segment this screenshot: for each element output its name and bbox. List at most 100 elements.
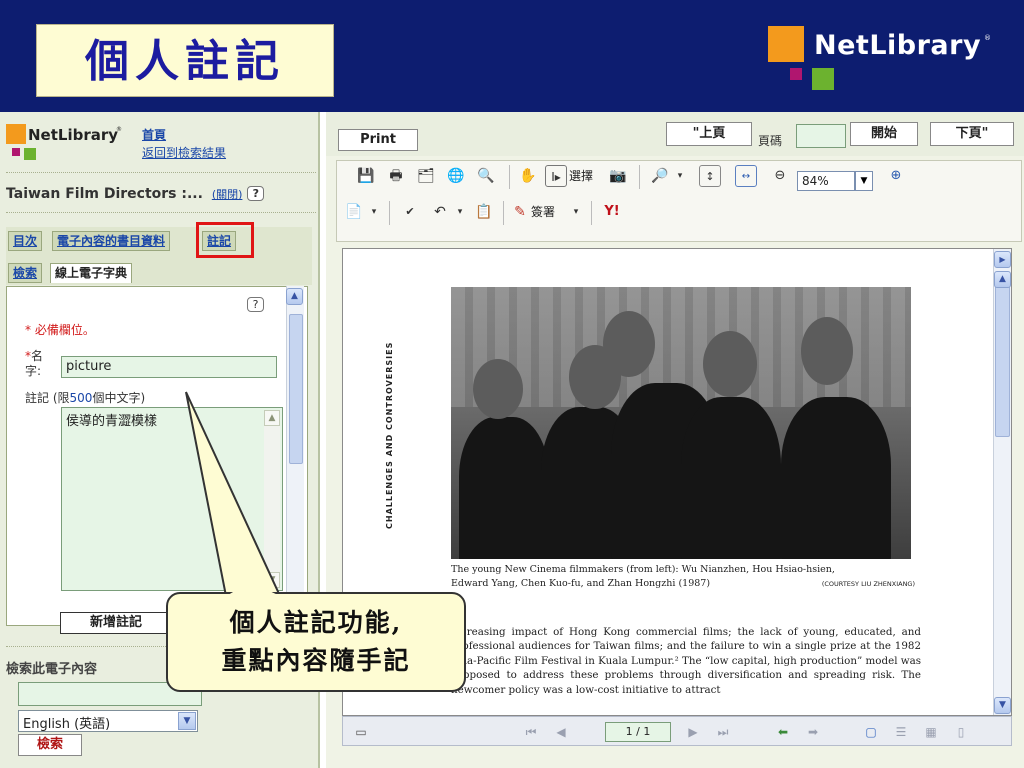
continuous-icon[interactable]: ☰ xyxy=(891,722,911,742)
photo-figure xyxy=(459,417,549,559)
first-page-icon[interactable]: ⏮ xyxy=(521,722,541,742)
help-icon[interactable]: ? xyxy=(247,186,265,201)
tab-search[interactable]: 檢索 xyxy=(8,263,43,283)
tab-bibliographic-info[interactable]: 電子內容的書目資料 xyxy=(52,231,171,251)
book-title-text: Taiwan Film Directors :... xyxy=(6,186,203,202)
page-layout-icon[interactable]: ▭ xyxy=(351,722,371,742)
sidebar-logo-square-orange xyxy=(6,124,26,144)
note-limit-number: 500 xyxy=(69,391,93,405)
caption-line-1: The young New Cinema filmmakers (from le… xyxy=(451,564,835,575)
panel-help-icon[interactable]: ? xyxy=(247,297,264,312)
logo-square-orange xyxy=(768,26,804,62)
book-title: Taiwan Film Directors :... (關閉) ? xyxy=(6,186,265,202)
note-textarea-scrollbar[interactable]: ▲ ▼ xyxy=(264,410,280,588)
note-textarea[interactable]: 侯導的青澀模樣 ▲ ▼ xyxy=(61,407,283,591)
page-number-input[interactable] xyxy=(796,124,846,148)
copy-icon[interactable]: 📋 xyxy=(473,201,495,223)
name-label: *名字: xyxy=(25,349,53,379)
fit-width-icon[interactable]: ↔ xyxy=(735,165,757,187)
sign-icon[interactable]: ✎ xyxy=(509,201,531,223)
back-to-results-link[interactable]: 返回到檢索結果 xyxy=(142,144,226,161)
logo-registered: ® xyxy=(984,34,991,42)
select-tool-label[interactable]: 選擇 xyxy=(569,165,593,187)
add-note-button[interactable]: 新增註記 xyxy=(60,612,172,634)
logo-square-green xyxy=(812,68,834,90)
zoom-dropdown-icon[interactable]: ▼ xyxy=(855,171,873,191)
logo-square-magenta xyxy=(790,68,802,80)
chevron-down-icon[interactable]: ▼ xyxy=(178,712,196,730)
print-icon[interactable]: 🖶 xyxy=(385,165,407,187)
toolbar-row-2: 📄 ▾ ✔ ↶ ▾ 📋 ✎ 簽署 ▾ Y! xyxy=(337,201,1021,235)
organizer-icon[interactable]: 🗂 xyxy=(415,165,437,187)
next-page-button[interactable]: 下頁" xyxy=(930,122,1014,146)
tab-online-dictionary[interactable]: 線上電子字典 xyxy=(50,263,133,283)
zoom-out-icon[interactable]: ⊖ xyxy=(769,165,791,187)
callout-line-1: 個人註記功能, xyxy=(229,608,403,637)
single-page-icon[interactable]: ▢ xyxy=(861,722,881,742)
netlibrary-reader-window: NetLibrary ® 首頁 返回到檢索結果 Taiwan Film Dire… xyxy=(0,112,1024,768)
home-link[interactable]: 首頁 xyxy=(142,126,166,143)
page-indicator[interactable]: 1 / 1 xyxy=(605,722,671,742)
chevron-down-icon[interactable]: ▾ xyxy=(669,165,691,187)
sidebar-logo-registered: ® xyxy=(116,126,122,133)
facing-icon[interactable]: ▦ xyxy=(921,722,941,742)
hand-tool-icon[interactable]: ✋ xyxy=(517,165,539,187)
chevron-down-icon[interactable]: ▾ xyxy=(363,201,385,223)
notes-tab-highlight xyxy=(196,222,254,258)
find-icon[interactable]: 🔍 xyxy=(475,165,497,187)
divider xyxy=(6,172,316,173)
continuous-facing-icon[interactable]: ▯ xyxy=(951,722,971,742)
note-name-input[interactable]: picture xyxy=(61,356,277,378)
panel-scrollbar-thumb[interactable] xyxy=(289,314,303,464)
zoom-level-input[interactable]: 84% xyxy=(797,171,855,191)
chevron-down-icon[interactable]: ▾ xyxy=(565,201,587,223)
scroll-down-icon[interactable]: ▼ xyxy=(264,572,280,588)
last-page-icon[interactable]: ⏭ xyxy=(713,722,733,742)
search-button[interactable]: 檢索 xyxy=(18,734,82,756)
language-select-value: English (英語) xyxy=(23,717,111,732)
print-button[interactable]: Print xyxy=(338,129,418,151)
toolbar-row-1: 💾 🖶 🗂 🌐 🔍 ✋ I▸ 選擇 📷 🔎 ▾ ↕ ↔ ⊖ 84% ▼ ⊕ xyxy=(337,165,1021,199)
email-icon[interactable]: 🌐 xyxy=(445,165,467,187)
zoom-in-icon[interactable]: 🔎 xyxy=(649,165,671,187)
zoom-plus-icon[interactable]: ⊕ xyxy=(885,165,907,187)
note-limit-prefix: (限 xyxy=(52,391,70,405)
snapshot-icon[interactable]: 📷 xyxy=(607,165,629,187)
photo-figure xyxy=(681,397,781,559)
next-page-icon[interactable]: ▶ xyxy=(683,722,703,742)
page-menu-icon[interactable]: 📄 xyxy=(343,201,365,223)
viewer-scrollbar-thumb[interactable] xyxy=(995,277,1010,437)
undo-icon[interactable]: ↶ xyxy=(429,201,451,223)
sign-label[interactable]: 簽署 xyxy=(531,201,555,223)
viewer-scrollbar[interactable] xyxy=(993,249,1011,715)
viewer-scroll-down-icon[interactable]: ▼ xyxy=(994,697,1011,714)
photo-credit: (COURTESY LIU ZHENXIANG) xyxy=(821,580,915,588)
yahoo-icon[interactable]: Y! xyxy=(601,201,623,223)
search-section-title: 檢索此電子內容 xyxy=(6,662,98,677)
select-tool-icon[interactable]: I▸ xyxy=(545,165,567,187)
previous-page-icon[interactable]: ◀ xyxy=(551,722,571,742)
viewer-scroll-up-icon[interactable]: ▲ xyxy=(994,271,1011,288)
tab-contents[interactable]: 目次 xyxy=(8,231,43,251)
close-link[interactable]: (關閉) xyxy=(212,188,243,201)
go-back-icon[interactable]: ⬅ xyxy=(773,722,793,742)
photo-figure-head xyxy=(801,317,853,385)
go-button[interactable]: 開始 xyxy=(850,122,918,146)
sidebar-logo-square-magenta xyxy=(12,148,20,156)
save-icon[interactable]: 💾 xyxy=(355,165,377,187)
required-fields-note: * 必備欄位。 xyxy=(25,323,95,337)
toolbar-separator xyxy=(591,201,592,225)
actual-size-icon[interactable]: ↕ xyxy=(699,165,721,187)
prev-page-button[interactable]: "上頁 xyxy=(666,122,752,146)
photo-figure-head xyxy=(603,311,655,377)
scroll-up-icon[interactable]: ▲ xyxy=(264,410,280,426)
panel-scroll-up-icon[interactable]: ▲ xyxy=(286,288,303,305)
language-select[interactable]: English (英語) ▼ xyxy=(18,710,198,732)
callout-line-2: 重點內容隨手記 xyxy=(221,646,411,675)
reader-topbar: Print "上頁 頁碼 開始 下頁" xyxy=(326,112,1024,156)
page-navigation-bar: ▭ ⏮ ◀ 1 / 1 ▶ ⏭ ⬅ ➡ ▢ ☰ ▦ ▯ xyxy=(342,716,1012,746)
go-forward-icon[interactable]: ➡ xyxy=(803,722,823,742)
viewer-side-arrow-icon[interactable]: ▶ xyxy=(994,251,1011,268)
spellcheck-icon[interactable]: ✔ xyxy=(399,201,421,223)
chevron-down-icon[interactable]: ▾ xyxy=(449,201,471,223)
